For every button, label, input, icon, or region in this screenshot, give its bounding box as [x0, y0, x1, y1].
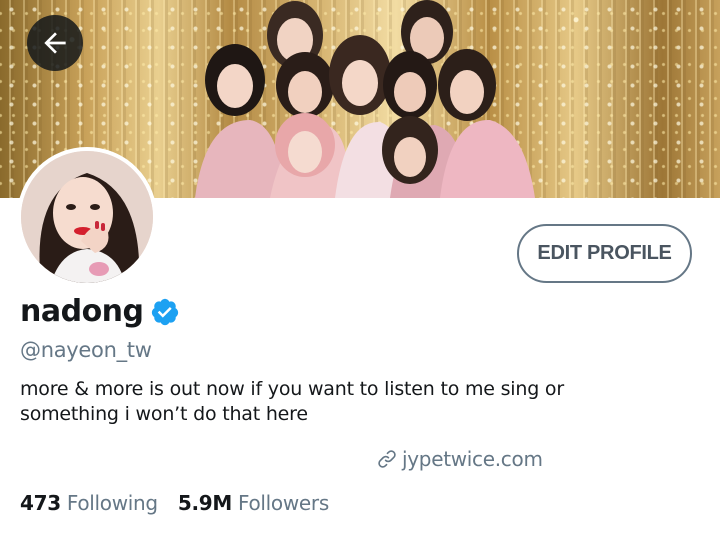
link-icon: [378, 450, 396, 468]
avatar[interactable]: [17, 147, 157, 287]
group-photo: [195, 0, 535, 198]
bio: more & more is out now if you want to li…: [20, 377, 620, 427]
following-stat[interactable]: 473 Following: [20, 491, 158, 515]
display-name: nadong: [20, 294, 144, 329]
profile-screen: EDIT PROFILE nadong @nayeon_tw more & mo…: [0, 0, 720, 543]
website-text[interactable]: jypetwice.com: [402, 447, 543, 471]
followers-label: Followers: [237, 491, 329, 515]
arrow-left-icon: [44, 32, 66, 54]
follow-stats: 473 Following 5.9M Followers: [20, 491, 329, 515]
bio-line: something i won’t do that here: [20, 403, 308, 425]
back-button[interactable]: [27, 15, 83, 71]
followers-stat[interactable]: 5.9M Followers: [178, 491, 329, 515]
display-name-row: nadong: [20, 294, 180, 329]
following-count: 473: [20, 491, 61, 515]
bio-line: more & more is out now if you want to li…: [20, 378, 564, 400]
following-label: Following: [66, 491, 158, 515]
followers-count: 5.9M: [177, 491, 232, 515]
website-link[interactable]: jypetwice.com: [376, 447, 543, 471]
avatar-photo: [21, 151, 153, 283]
edit-profile-button[interactable]: EDIT PROFILE: [517, 224, 692, 283]
verified-badge-icon: [151, 298, 178, 325]
handle: @nayeon_tw: [20, 338, 152, 362]
